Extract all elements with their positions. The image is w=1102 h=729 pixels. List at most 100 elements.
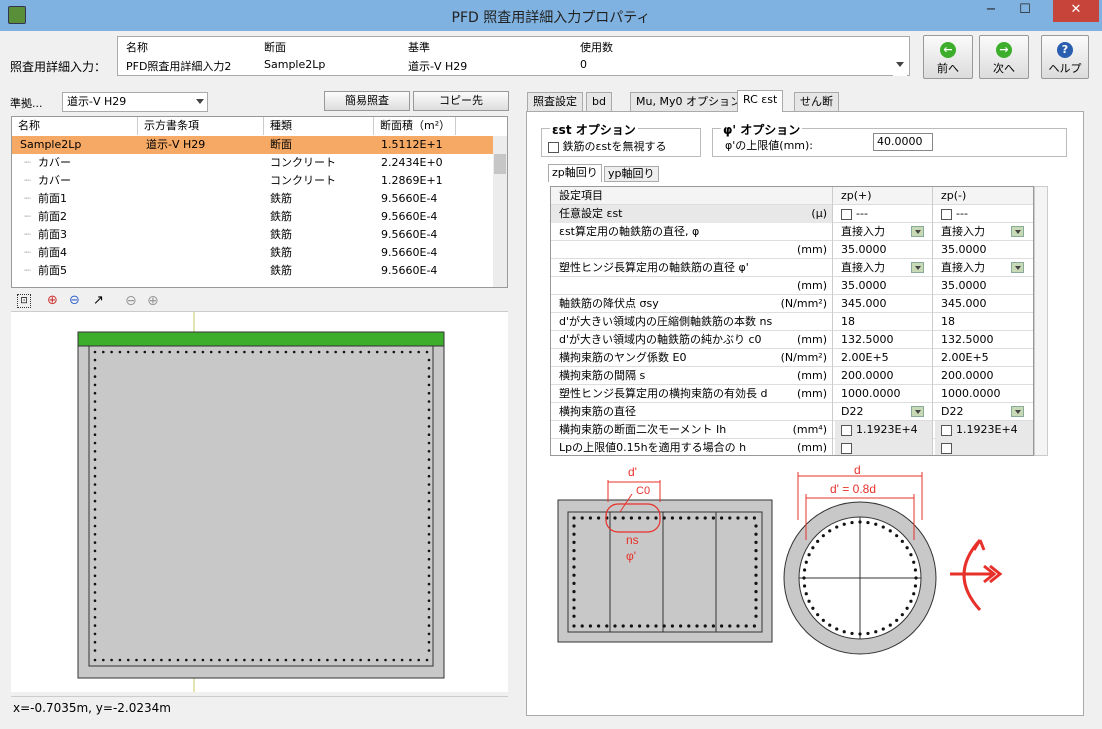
tree-header-name[interactable]: 名称 [12,117,138,135]
tab-shear[interactable]: せん断 [794,92,839,112]
tree-header-clause[interactable]: 示方書条項 [138,117,264,135]
chevron-down-icon[interactable] [911,406,924,417]
grid-cell-zp-plus[interactable]: 132.5000 [835,331,933,349]
grid-checkbox[interactable] [941,208,952,220]
standard-value[interactable]: 道示-V H29 [408,58,467,74]
forward-icon[interactable]: ⊕ [147,293,159,309]
col-section-header: 断面 [264,41,286,54]
tree-row[interactable]: カバー コンクリート 2.2434E+0 ┈ [12,154,494,172]
grid-cell-zp-plus[interactable]: 35.0000 [835,277,933,295]
tree-cell-kind: 鉄筋 [270,264,292,277]
grid-cell-zp-plus[interactable]: 直接入力 [835,223,933,241]
name-value[interactable]: PFD照査用詳細入力2 [126,58,231,74]
rebar-dot [807,599,811,603]
tab-bd[interactable]: bd [586,92,612,112]
tab-rc-est[interactable]: RC εst [737,90,784,112]
grid-cell-zp-minus[interactable]: 18 [935,313,1033,331]
tree-row[interactable]: Sample2Lp 道示-V H29 断面 1.5112E+1 [12,136,494,154]
tree-row[interactable]: 前面4 鉄筋 9.5660E-4 ┈ [12,244,494,262]
fit-view-icon[interactable]: ⊡ [17,294,31,308]
grid-checkbox[interactable] [841,208,852,220]
section-tree[interactable]: 名称 示方書条項 種類 断面積（m²） Sample2Lp 道示-V H29 断面 1… [11,116,508,288]
grid-checkbox[interactable] [941,424,952,436]
grid-cell-zp-minus[interactable]: 直接入力 [935,223,1033,241]
grid-cell-zp-minus[interactable]: 35.0000 [935,241,1033,259]
zoom-window-icon[interactable]: ⊕ [47,293,58,308]
section-canvas[interactable] [11,312,508,692]
tree-row[interactable]: カバー コンクリート 1.2869E+1 ┈ [12,172,494,190]
rebar-dot [309,350,313,354]
rebar-dot [276,658,279,662]
tree-row[interactable]: 前面5 鉄筋 9.5660E-4 ┈ [12,262,494,280]
grid-cell-zp-plus[interactable]: 1.1923E+4 [835,421,933,439]
grid-checkbox[interactable] [841,442,852,454]
tree-scrollbar[interactable] [493,136,507,287]
tree-header-kind[interactable]: 種類 [264,117,374,135]
grid-cell-zp-plus[interactable]: 200.0000 [835,367,933,385]
grid-cell-zp-minus[interactable]: --- [935,205,1033,223]
grid-cell-zp-plus[interactable]: --- [835,205,933,223]
rebar-dot [670,516,674,520]
subtab-zp[interactable]: zp軸回り [548,164,602,182]
grid-cell-zp-minus[interactable]: 1.1923E+4 [935,421,1033,439]
subtab-yp[interactable]: yp軸回り [604,166,659,182]
grid-cell-zp-minus[interactable]: 1000.0000 [935,385,1033,403]
rebar-dot [572,549,576,553]
prev-button[interactable]: ← 前へ [923,35,973,79]
help-button[interactable]: ? ヘルプ [1041,35,1089,79]
grid-cell-zp-minus[interactable]: 132.5000 [935,331,1033,349]
grid-cell-zp-plus[interactable]: 1000.0000 [835,385,933,403]
zoom-out-icon[interactable]: ⊖ [69,293,80,308]
back-icon[interactable]: ⊖ [125,293,137,309]
rebar-dot [427,458,431,461]
grid-checkbox[interactable] [841,424,852,436]
grid-cell-zp-minus[interactable]: D22 [935,403,1033,421]
ignore-est-checkbox[interactable]: 鉄筋のεstを無視する [548,138,667,154]
next-button[interactable]: → 次へ [979,35,1029,79]
chevron-down-icon[interactable] [1011,406,1024,417]
grid-cell-zp-plus[interactable]: 345.000 [835,295,933,313]
tree-header-area[interactable]: 断面積（m²） [374,117,456,135]
minimize-button[interactable]: − [976,0,1006,22]
chevron-down-icon[interactable] [911,226,924,237]
grid-cell-zp-plus[interactable]: 9100000.0000 [835,439,933,455]
header-dropdown[interactable] [893,56,907,76]
scroll-thumb[interactable] [494,154,506,174]
chevron-down-icon[interactable] [911,262,924,273]
settings-grid[interactable]: 設定項目 zp(+) zp(-) 任意設定 εst (μ) --- --- εst算定用… [550,186,1034,456]
tab-check-settings[interactable]: 照査設定 [527,92,583,112]
section-value[interactable]: Sample2Lp [264,58,325,71]
standard-select[interactable]: 道示-V H29 [62,92,208,112]
grid-cell-zp-minus[interactable]: 35.0000 [935,277,1033,295]
chevron-down-icon[interactable] [1011,226,1024,237]
rebar-dot [427,483,431,486]
grid-cell-zp-plus[interactable]: D22 [835,403,933,421]
tree-row[interactable]: 前面2 鉄筋 9.5660E-4 ┈ [12,208,494,226]
grid-cell-zp-minus[interactable]: 2.00E+5 [935,349,1033,367]
grid-cell-zp-plus[interactable]: 2.00E+5 [835,349,933,367]
tree-row[interactable]: 前面1 鉄筋 9.5660E-4 ┈ [12,190,494,208]
maximize-button[interactable]: ☐ [1010,0,1040,22]
grid-checkbox[interactable] [941,442,952,454]
close-button[interactable]: ✕ [1053,0,1099,22]
grid-cell-zp-minus[interactable]: 200.0000 [935,367,1033,385]
phi-limit-input[interactable]: 40.0000 [873,133,933,151]
tab-mu-options[interactable]: Mu, My0 オプション [630,92,747,112]
grid-cell-zp-minus[interactable]: 345.000 [935,295,1033,313]
pan-arrow-icon[interactable]: ↗ [93,293,104,308]
grid-cell-zp-minus[interactable]: 9100000.0000 [935,439,1033,455]
chevron-down-icon[interactable] [1011,262,1024,273]
grid-scrollbar[interactable] [1034,186,1048,456]
copy-to-button[interactable]: コピー先 [413,91,509,111]
rebar-dot [427,416,431,420]
count-value[interactable]: 0 [580,58,587,71]
grid-cell-zp-plus[interactable]: 18 [835,313,933,331]
rebar-dot [881,627,885,631]
rebar-dot [392,350,396,354]
simple-check-button[interactable]: 簡易照査 [324,91,410,111]
rebar-dot [580,624,584,628]
grid-cell-zp-minus[interactable]: 直接入力 [935,259,1033,277]
tree-row[interactable]: 前面3 鉄筋 9.5660E-4 ┈ [12,226,494,244]
grid-cell-zp-plus[interactable]: 35.0000 [835,241,933,259]
grid-cell-zp-plus[interactable]: 直接入力 [835,259,933,277]
